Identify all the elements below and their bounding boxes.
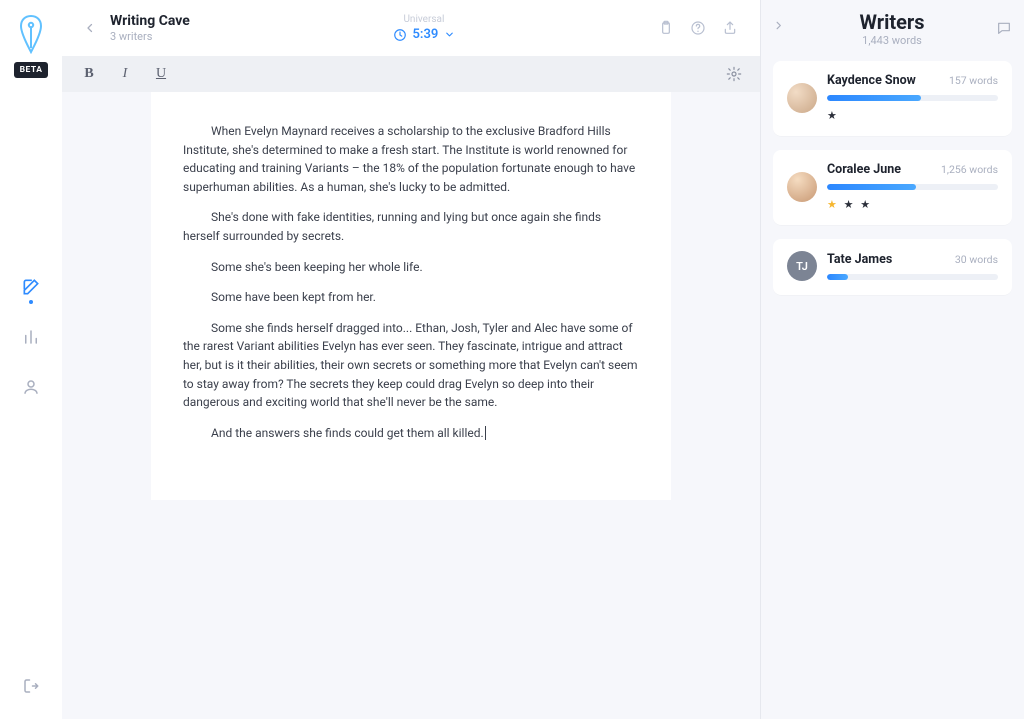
settings-icon[interactable] [726,66,742,82]
header-center: Universal 5:39 [204,14,644,42]
document-scroll[interactable]: When Evelyn Maynard receives a scholarsh… [62,92,760,500]
mode-label: Universal [403,14,444,25]
help-icon[interactable] [690,20,706,36]
left-sidebar: BETA [0,0,62,719]
right-panel-subtitle: 1,443 words [802,34,982,47]
writer-card[interactable]: TJ Tate James 30 words [773,239,1012,295]
nav-profile-icon[interactable] [20,376,42,398]
right-panel: Writers 1,443 words Kaydence Snow 157 wo… [760,0,1024,719]
collapse-panel-icon[interactable] [773,20,784,31]
document[interactable]: When Evelyn Maynard receives a scholarsh… [151,92,671,500]
room-title: Writing Cave [110,13,190,30]
doc-paragraph: When Evelyn Maynard receives a scholarsh… [183,122,639,196]
progress-bar [827,274,998,280]
doc-paragraph: Some have been kept from her. [183,288,639,307]
avatar [787,172,817,202]
progress-fill [827,274,848,280]
chevron-down-icon [444,29,455,40]
avatar [787,83,817,113]
back-icon[interactable] [84,22,96,34]
main-column: Writing Cave 3 writers Universal 5:39 [62,0,760,719]
writer-stars: ★ [827,109,998,122]
timer-value: 5:39 [413,27,439,42]
clock-icon [393,28,407,42]
text-cursor [485,426,486,440]
right-panel-header: Writers 1,443 words [773,10,1012,47]
doc-paragraph: She's done with fake identities, running… [183,208,639,245]
avatar: TJ [787,251,817,281]
underline-button[interactable]: U [152,66,170,82]
doc-paragraph: Some she's been keeping her whole life. [183,258,639,277]
writer-name: Kaydence Snow [827,73,916,88]
progress-fill [827,95,921,101]
clipboard-icon[interactable] [658,20,674,36]
writer-card[interactable]: Coralee June 1,256 words ★ ★ ★ [773,150,1012,225]
doc-paragraph: And the answers she finds could get them… [183,424,639,443]
nav-write-icon[interactable] [20,276,42,298]
sidebar-nav [0,276,62,398]
chat-icon[interactable] [996,20,1012,36]
writer-name: Tate James [827,252,892,267]
header-bar: Writing Cave 3 writers Universal 5:39 [62,0,760,56]
share-icon[interactable] [722,20,738,36]
writer-wordcount: 157 words [949,74,998,87]
writer-stars: ★ ★ ★ [827,198,998,211]
progress-bar [827,95,998,101]
timer-control[interactable]: 5:39 [393,27,456,42]
beta-badge: BETA [14,62,49,78]
room-subtitle: 3 writers [110,30,190,43]
writer-wordcount: 30 words [955,253,998,266]
italic-button[interactable]: I [116,66,134,82]
writer-card[interactable]: Kaydence Snow 157 words ★ [773,61,1012,136]
writer-wordcount: 1,256 words [941,163,998,176]
pen-icon [17,14,45,54]
right-panel-title: Writers [802,10,982,34]
editor-toolbar: B I U [62,56,760,92]
doc-paragraph: Some she finds herself dragged into... E… [183,319,639,412]
writer-name: Coralee June [827,162,901,177]
exit-icon[interactable] [20,675,42,697]
title-block: Writing Cave 3 writers [110,13,190,43]
bold-button[interactable]: B [80,66,98,82]
nav-stats-icon[interactable] [20,326,42,348]
progress-fill [827,184,916,190]
progress-bar [827,184,998,190]
header-actions [658,20,738,36]
app-logo[interactable]: BETA [14,14,49,78]
